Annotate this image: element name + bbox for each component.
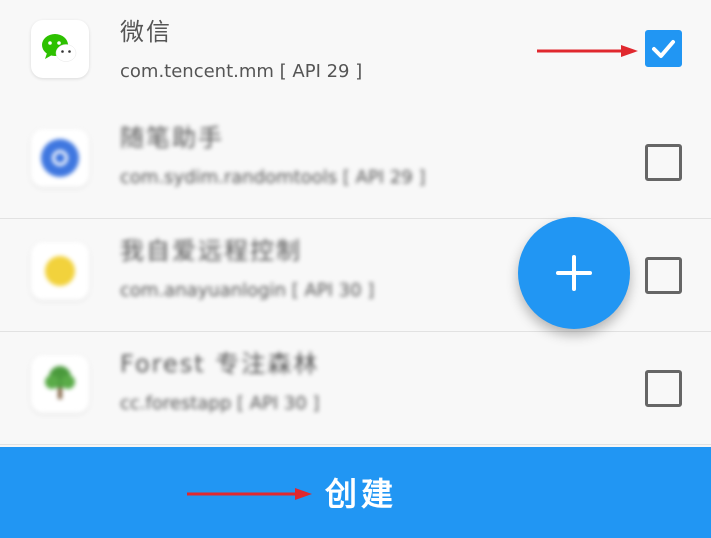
app-checkbox-wechat[interactable]	[645, 30, 682, 67]
yellow-sun-app-icon	[31, 242, 89, 300]
app-name: Forest 专注森林	[120, 350, 320, 378]
app-row-forest[interactable]: Forest 专注森林 cc.forestapp [ API 30 ]	[0, 332, 711, 445]
annotation-arrow-icon	[537, 45, 638, 57]
checkmark-icon	[652, 40, 675, 58]
app-package: com.sydim.randomtools [ API 29 ]	[120, 167, 426, 188]
app-row-2[interactable]: 随笔助手 com.sydim.randomtools [ API 29 ]	[0, 106, 711, 219]
app-checkbox-3[interactable]	[645, 257, 682, 294]
app-package: com.anayuanlogin [ API 30 ]	[120, 280, 375, 301]
annotation-arrow-icon	[187, 488, 312, 500]
wechat-icon	[31, 20, 89, 78]
create-button[interactable]: 创建	[0, 447, 711, 538]
add-fab-button[interactable]	[518, 217, 630, 329]
plus-icon	[556, 255, 592, 291]
tree-icon	[31, 355, 89, 413]
app-package: cc.forestapp [ API 30 ]	[120, 393, 320, 414]
app-checkbox-forest[interactable]	[645, 370, 682, 407]
create-button-label: 创建	[325, 475, 398, 513]
blue-circle-app-icon	[31, 129, 89, 187]
app-name: 微信	[120, 18, 172, 46]
app-name: 随笔助手	[120, 124, 224, 152]
app-package: com.tencent.mm [ API 29 ]	[120, 61, 363, 82]
app-checkbox-2[interactable]	[645, 144, 682, 181]
app-name: 我自爱远程控制	[120, 237, 302, 265]
